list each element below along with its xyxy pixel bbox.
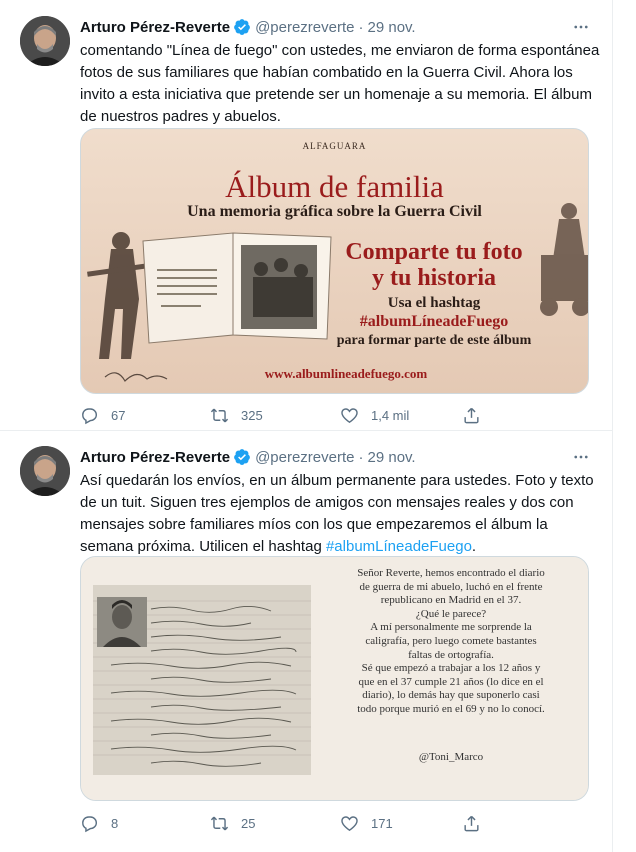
like-button[interactable]: 171 bbox=[340, 814, 470, 833]
reply-icon bbox=[82, 815, 98, 832]
tweet-divider bbox=[0, 430, 612, 431]
hashtag-link[interactable]: #albumLíneadeFuego bbox=[326, 538, 472, 555]
tweet-actions: 8 25 171 bbox=[80, 812, 520, 834]
avatar[interactable] bbox=[20, 446, 70, 496]
author-name[interactable]: Arturo Pérez-Reverte bbox=[80, 19, 230, 36]
more-dots-icon[interactable] bbox=[570, 446, 592, 468]
retweet-icon bbox=[210, 816, 229, 830]
like-count: 1,4 mil bbox=[371, 407, 410, 423]
letter-text: Señor Reverte, hemos encontrado el diari… bbox=[357, 567, 545, 715]
verified-badge-icon bbox=[234, 19, 250, 35]
share-icon bbox=[464, 407, 479, 423]
tweet-date[interactable]: 29 nov. bbox=[368, 19, 416, 36]
tweet-actions: 67 325 1,4 mil bbox=[80, 404, 520, 426]
ad-url: www.albumlineadefuego.com bbox=[264, 366, 428, 381]
tweet-date[interactable]: 29 nov. bbox=[368, 449, 416, 466]
share-icon bbox=[464, 815, 479, 831]
share-button[interactable] bbox=[462, 814, 493, 833]
letter-signature: @Toni_Marco bbox=[418, 751, 484, 763]
ad-join-text: para formar parte de este álbum bbox=[336, 333, 532, 348]
timeline-border bbox=[612, 0, 613, 852]
author-handle[interactable]: @perezreverte bbox=[255, 449, 354, 466]
share-button[interactable] bbox=[462, 406, 493, 425]
tweet-header: Arturo Pérez-Reverte @perezreverte · 29 … bbox=[80, 446, 416, 468]
tweet-image[interactable]: ALFAGUARA Álbum de familia Una memoria g… bbox=[80, 128, 589, 394]
ad-hashtag: #albumLíneadeFuego bbox=[359, 313, 509, 330]
tweet[interactable]: Arturo Pérez-Reverte @perezreverte · 29 … bbox=[0, 0, 612, 430]
reply-button[interactable]: 67 bbox=[80, 406, 210, 425]
ad-title: Álbum de familia bbox=[225, 169, 444, 204]
more-dots-icon[interactable] bbox=[570, 16, 592, 38]
verified-badge-icon bbox=[234, 449, 250, 465]
retweet-count: 25 bbox=[241, 815, 256, 831]
author-name[interactable]: Arturo Pérez-Reverte bbox=[80, 449, 230, 466]
like-count: 171 bbox=[371, 815, 393, 831]
author-handle[interactable]: @perezreverte bbox=[255, 19, 354, 36]
tweet-header: Arturo Pérez-Reverte @perezreverte · 29 … bbox=[80, 16, 416, 38]
retweet-icon bbox=[210, 408, 229, 422]
separator-dot: · bbox=[358, 448, 364, 466]
like-button[interactable]: 1,4 mil bbox=[340, 406, 470, 425]
heart-icon bbox=[341, 407, 358, 423]
tweet[interactable]: Arturo Pérez-Reverte @perezreverte · 29 … bbox=[0, 432, 612, 852]
heart-icon bbox=[341, 815, 358, 831]
retweet-count: 325 bbox=[241, 407, 263, 423]
ad-hashtag-label: Usa el hashtag bbox=[387, 295, 481, 311]
retweet-button[interactable]: 325 bbox=[210, 406, 340, 425]
reply-count: 67 bbox=[111, 407, 126, 423]
ad-subtitle: Una memoria gráfica sobre la Guerra Civi… bbox=[187, 203, 482, 220]
avatar[interactable] bbox=[20, 16, 70, 66]
tweet-text: comentando "Línea de fuego" con ustedes,… bbox=[80, 42, 600, 125]
separator-dot: · bbox=[358, 18, 364, 36]
tweet-image[interactable]: Señor Reverte, hemos encontrado el diari… bbox=[80, 556, 589, 801]
reply-count: 8 bbox=[111, 815, 119, 831]
ad-cta: Comparte tu foto y tu historia bbox=[345, 239, 523, 291]
tweet-text: Así quedarán los envíos, en un álbum per… bbox=[80, 470, 600, 558]
reply-button[interactable]: 8 bbox=[80, 814, 210, 833]
retweet-button[interactable]: 25 bbox=[210, 814, 340, 833]
ad-publisher: ALFAGUARA bbox=[302, 141, 367, 151]
tweet-text-end: . bbox=[471, 538, 477, 555]
reply-icon bbox=[82, 407, 98, 424]
